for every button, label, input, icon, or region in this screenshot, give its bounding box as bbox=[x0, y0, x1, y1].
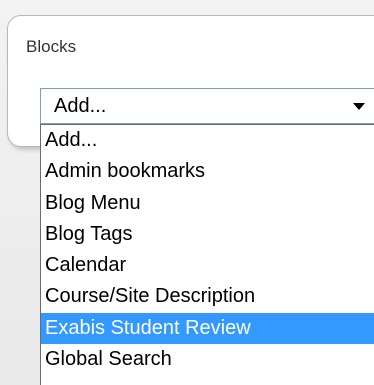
option-calendar[interactable]: Calendar bbox=[41, 250, 374, 281]
select-current-value: Add... bbox=[54, 95, 107, 117]
add-block-dropdown-list: Add... Admin bookmarks Blog Menu Blog Ta… bbox=[40, 124, 374, 385]
blocks-title: Blocks bbox=[26, 37, 77, 56]
option-global-search[interactable]: Global Search bbox=[41, 344, 374, 375]
page-stage: Blocks Add... Add... Admin bookmarks Blo… bbox=[0, 0, 374, 385]
option-admin-bookmarks[interactable]: Admin bookmarks bbox=[41, 156, 374, 187]
chevron-down-icon[interactable] bbox=[353, 103, 365, 110]
option-exabis-student-review[interactable]: Exabis Student Review bbox=[41, 312, 374, 345]
add-block-select[interactable]: Add... bbox=[40, 88, 374, 124]
option-blog-menu[interactable]: Blog Menu bbox=[41, 188, 374, 219]
option-add[interactable]: Add... bbox=[41, 125, 374, 156]
option-course-site-description[interactable]: Course/Site Description bbox=[41, 281, 374, 312]
option-blog-tags[interactable]: Blog Tags bbox=[41, 219, 374, 250]
